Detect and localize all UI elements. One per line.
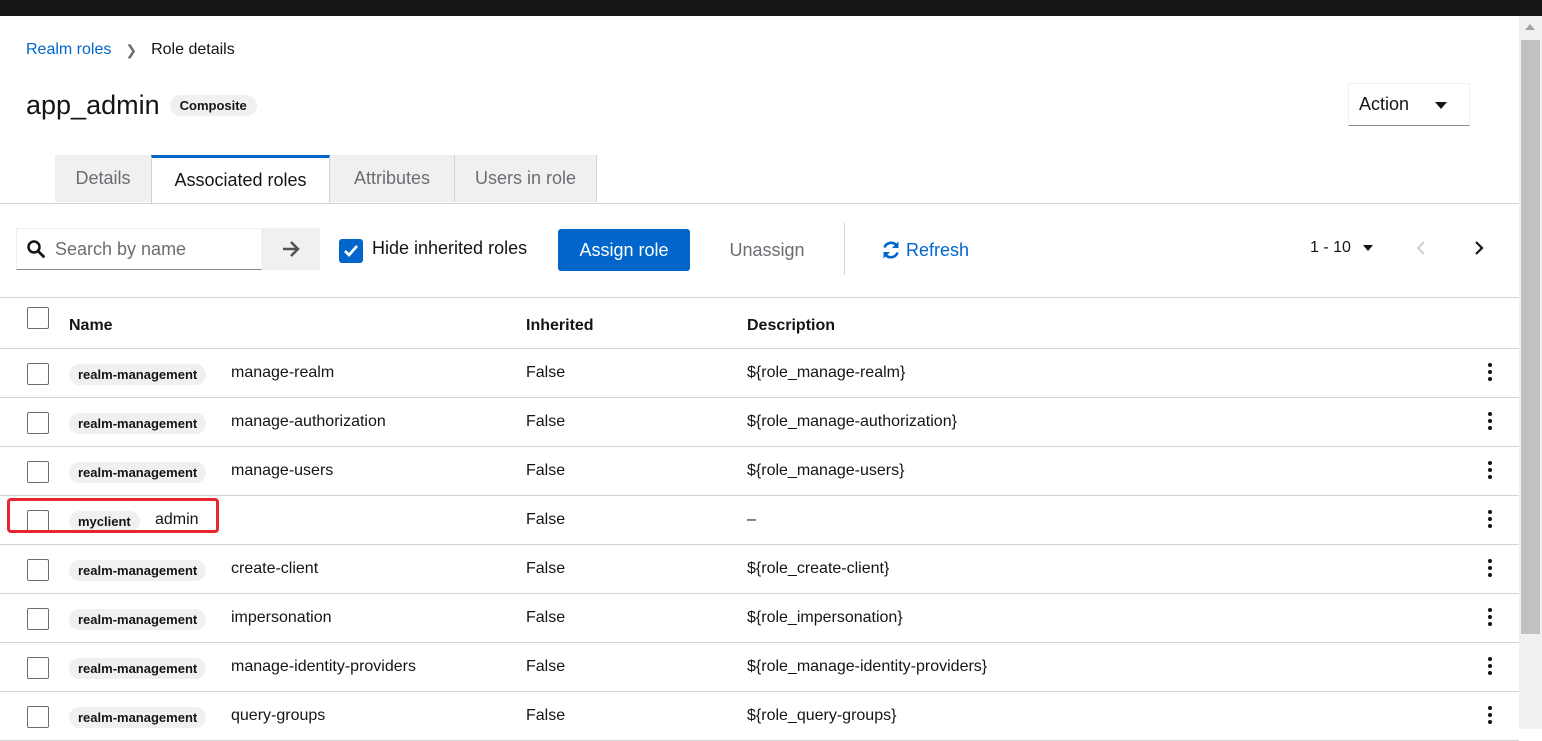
- search-icon: [27, 240, 45, 258]
- role-description: ${role_impersonation}: [747, 609, 903, 626]
- client-badge: realm-management: [69, 707, 207, 728]
- inherited-value: False: [526, 609, 566, 626]
- associated-roles-table: Name Inherited Description realm-managem…: [0, 297, 1519, 741]
- column-inherited[interactable]: Inherited: [526, 317, 594, 335]
- breadcrumb: Realm roles ❯ Role details: [26, 40, 235, 60]
- row-checkbox[interactable]: [27, 412, 49, 434]
- chevron-right-icon[interactable]: [1472, 239, 1486, 257]
- row-checkbox[interactable]: [27, 706, 49, 728]
- client-badge: realm-management: [69, 609, 207, 630]
- highlight-annotation: [7, 498, 219, 533]
- row-checkbox[interactable]: [27, 559, 49, 581]
- refresh-button[interactable]: Refresh: [880, 229, 969, 271]
- scrollbar-thumb[interactable]: [1521, 40, 1540, 634]
- select-all-checkbox[interactable]: [27, 307, 49, 329]
- client-badge: realm-management: [69, 364, 207, 385]
- search-submit-button[interactable]: [262, 228, 320, 270]
- role-name: manage-identity-providers: [231, 658, 416, 675]
- role-name: manage-realm: [231, 364, 335, 381]
- search-input[interactable]: [53, 237, 247, 261]
- inherited-value: False: [526, 707, 566, 724]
- role-description: ${role_create-client}: [747, 560, 890, 577]
- table-row[interactable]: myclient admin False –: [0, 496, 1519, 545]
- inherited-value: False: [526, 462, 566, 479]
- breadcrumb-current: Role details: [151, 41, 235, 58]
- tab-details[interactable]: Details: [55, 155, 152, 202]
- caret-down-icon: [1362, 245, 1373, 251]
- refresh-label: Refresh: [906, 239, 970, 260]
- inherited-value: False: [526, 560, 566, 577]
- unassign-button[interactable]: Unassign: [712, 229, 822, 271]
- row-checkbox[interactable]: [27, 461, 49, 483]
- action-dropdown[interactable]: Action: [1348, 83, 1470, 126]
- row-checkbox[interactable]: [27, 657, 49, 679]
- inherited-value: False: [526, 511, 566, 528]
- refresh-icon: [883, 241, 899, 259]
- kebab-icon[interactable]: [1486, 363, 1494, 383]
- title-row: app_admin Composite: [26, 88, 257, 122]
- table-row[interactable]: realm-management create-client False ${role…: [0, 545, 1519, 594]
- role-name: impersonation: [231, 609, 332, 626]
- tab-bar: Details Associated roles Attributes User…: [0, 155, 1519, 204]
- tab-users-in-role[interactable]: Users in role: [455, 155, 597, 202]
- hide-inherited-checkbox[interactable]: [339, 239, 363, 263]
- role-name: manage-users: [231, 462, 334, 479]
- row-checkbox[interactable]: [27, 363, 49, 385]
- role-description: ${role_query-groups}: [747, 707, 897, 724]
- caret-down-icon: [1435, 102, 1447, 109]
- kebab-icon[interactable]: [1486, 412, 1494, 432]
- arrow-right-icon: [283, 241, 300, 257]
- client-badge: realm-management: [69, 413, 207, 434]
- role-name: query-groups: [231, 707, 326, 724]
- window-top-bar: [0, 0, 1542, 16]
- pagination-range: 1 - 10: [1310, 239, 1351, 256]
- table-row[interactable]: realm-management query-groups False ${role_…: [0, 692, 1519, 741]
- role-name: manage-authorization: [231, 413, 386, 430]
- table-header: Name Inherited Description: [0, 297, 1519, 349]
- inherited-value: False: [526, 413, 566, 430]
- client-badge: realm-management: [69, 560, 207, 581]
- table-row[interactable]: realm-management manage-realm False ${role_…: [0, 349, 1519, 398]
- table-row[interactable]: realm-management manage-authorization Fals…: [0, 398, 1519, 447]
- toolbar-divider: [844, 223, 845, 275]
- check-icon: [344, 245, 359, 258]
- tab-attributes[interactable]: Attributes: [330, 155, 455, 202]
- kebab-icon[interactable]: [1486, 461, 1494, 481]
- pagination-toggle[interactable]: 1 - 10: [1310, 239, 1373, 257]
- page-title: app_admin: [26, 89, 160, 120]
- hide-inherited-label: Hide inherited roles: [372, 238, 528, 258]
- column-name[interactable]: Name: [69, 317, 113, 335]
- inherited-value: False: [526, 658, 566, 675]
- assign-role-button[interactable]: Assign role: [558, 229, 690, 271]
- kebab-icon[interactable]: [1486, 559, 1494, 579]
- role-name: create-client: [231, 560, 319, 577]
- chevron-left-icon[interactable]: [1414, 239, 1428, 257]
- composite-badge: Composite: [169, 94, 257, 116]
- chevron-right-icon: ❯: [125, 41, 138, 58]
- table-row[interactable]: realm-management impersonation False ${role…: [0, 594, 1519, 643]
- role-description: ${role_manage-realm}: [747, 364, 906, 381]
- row-checkbox[interactable]: [27, 608, 49, 630]
- role-description: ${role_manage-users}: [747, 462, 905, 479]
- action-label: Action: [1359, 94, 1410, 114]
- kebab-icon[interactable]: [1486, 706, 1494, 726]
- search-box[interactable]: [16, 228, 262, 270]
- client-badge: realm-management: [69, 658, 207, 679]
- role-description: ${role_manage-authorization}: [747, 413, 957, 430]
- table-row[interactable]: realm-management manage-identity-provider…: [0, 643, 1519, 692]
- role-description: –: [747, 511, 756, 528]
- column-description[interactable]: Description: [747, 317, 835, 335]
- toolbar: Hide inherited roles Assign role Unassig…: [0, 203, 1519, 298]
- kebab-icon[interactable]: [1486, 608, 1494, 628]
- role-description: ${role_manage-identity-providers}: [747, 658, 988, 675]
- kebab-icon[interactable]: [1486, 510, 1494, 530]
- scroll-up-icon[interactable]: [1525, 24, 1535, 30]
- inherited-value: False: [526, 364, 566, 381]
- client-badge: realm-management: [69, 462, 207, 483]
- breadcrumb-realm-roles-link[interactable]: Realm roles: [26, 41, 111, 59]
- kebab-icon[interactable]: [1486, 657, 1494, 677]
- table-row[interactable]: realm-management manage-users False ${role_…: [0, 447, 1519, 496]
- tab-associated-roles[interactable]: Associated roles: [151, 155, 330, 203]
